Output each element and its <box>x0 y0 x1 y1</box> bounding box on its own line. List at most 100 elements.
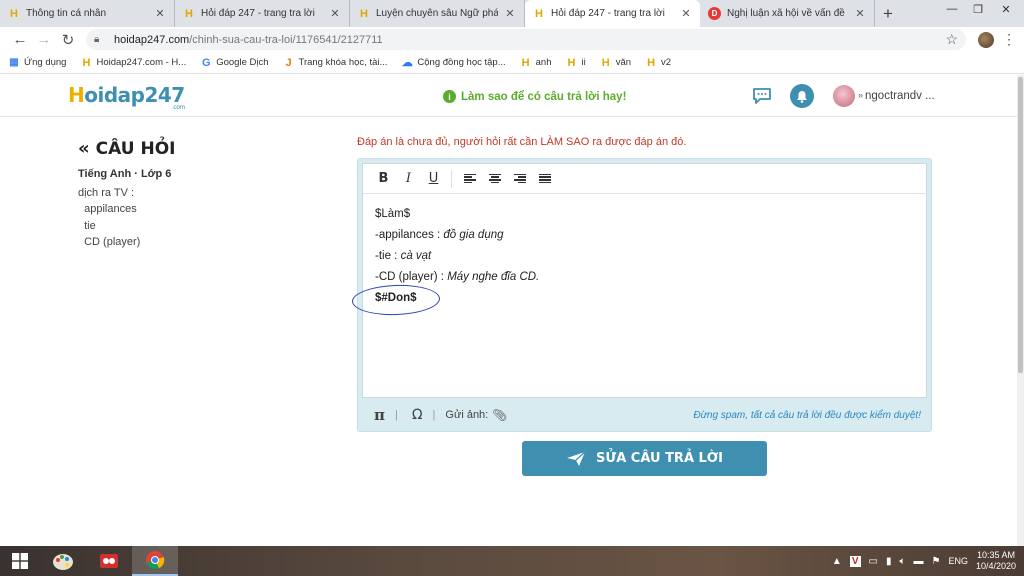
answer-line: $Làm$ <box>375 208 411 220</box>
address-bar[interactable]: 🔒︎ hoidap247.com/chinh-sua-cau-tra-loi/1… <box>86 29 966 50</box>
browser-menu-icon[interactable]: ⋮ <box>1002 31 1016 48</box>
close-tab-icon[interactable]: ✕ <box>504 7 516 20</box>
system-tray: ▲ V ▭ ▮ 🔈︎ ▬ ⚑ ENG 10:35 AM 10/4/2020 <box>832 546 1024 576</box>
logo-text: oidap247 <box>84 83 185 107</box>
close-window-icon[interactable]: ✕ <box>994 0 1018 18</box>
windows-start-icon[interactable] <box>0 546 40 576</box>
align-right-icon <box>513 173 526 184</box>
toolbar-divider <box>451 169 452 188</box>
browser-tab-active[interactable]: H Hỏi đáp 247 - trang tra lời ✕ <box>525 0 700 27</box>
browser-profile-avatar[interactable] <box>978 31 994 48</box>
close-tab-icon[interactable]: ✕ <box>154 7 166 20</box>
bookmark-hoidap[interactable]: H Hoidap247.com - H... <box>80 57 186 69</box>
page-scrollbar[interactable] <box>1017 75 1024 546</box>
underline-button[interactable]: U <box>421 168 446 190</box>
forward-arrow-icon[interactable]: → <box>32 29 56 51</box>
answer-tip-link[interactable]: i Làm sao để có câu trả lời hay! <box>443 90 626 103</box>
clock-date: 10/4/2020 <box>975 561 1016 571</box>
answer-line: -CD (player) : Máy nghe đĩa CD. <box>375 267 914 288</box>
bookmark-apps[interactable]: ▦ Ứng dụng <box>8 57 66 68</box>
hoidap-favicon-icon: H <box>567 56 576 69</box>
logo-suffix: .com <box>172 104 185 111</box>
italic-button[interactable]: I <box>396 168 421 190</box>
bookmark-label: Google Dịch <box>216 57 269 68</box>
minimize-window-icon[interactable]: — <box>940 0 964 18</box>
bookmark-van[interactable]: Hvăn <box>600 57 631 69</box>
paint-app-icon[interactable] <box>40 546 86 576</box>
answer-translation: Máy nghe đĩa CD. <box>447 271 540 283</box>
url-host: hoidap247.com <box>114 33 190 46</box>
close-tab-icon[interactable]: ✕ <box>854 7 866 20</box>
bookmark-community[interactable]: ☁ Cộng đồng học tập... <box>401 56 506 69</box>
hoidap-favicon-icon: H <box>10 7 18 20</box>
bookmark-star-icon[interactable]: ☆ <box>945 31 958 48</box>
double-chevron-left-icon: « <box>78 138 90 159</box>
justify-icon <box>538 173 551 184</box>
answer-translation: đồ gia dụng <box>443 229 504 241</box>
notification-bell-icon[interactable] <box>790 84 814 108</box>
bookmark-v2[interactable]: Hv2 <box>645 57 671 69</box>
restore-window-icon[interactable]: ❐ <box>966 0 990 18</box>
answer-translation: cà vạt <box>400 250 432 262</box>
flag-icon[interactable]: ⚑ <box>931 556 940 567</box>
unikey-icon[interactable]: V <box>849 555 861 567</box>
browser-toolbar: ← → ↻ 🔒︎ hoidap247.com/chinh-sua-cau-tra… <box>0 27 1024 52</box>
edit-answer-button[interactable]: SỬA CÂU TRẢ LỜI <box>522 441 767 476</box>
align-left-button[interactable] <box>457 168 482 190</box>
system-clock[interactable]: 10:35 AM 10/4/2020 <box>976 550 1016 572</box>
math-formula-button[interactable]: π <box>374 406 385 424</box>
align-center-icon <box>488 173 501 184</box>
align-left-icon <box>463 173 476 184</box>
chevron-up-icon[interactable]: ▲ <box>832 556 842 567</box>
scrollbar-thumb[interactable] <box>1018 77 1023 373</box>
reload-icon[interactable]: ↻ <box>56 29 80 51</box>
apps-grid-icon: ▦ <box>9 57 19 68</box>
answer-signature: $#Don$ <box>375 292 417 304</box>
chat-icon[interactable] <box>752 87 772 105</box>
site-logo[interactable]: Hoidap247 .com <box>68 83 185 111</box>
network-icon[interactable]: ▮ <box>886 556 892 567</box>
browser-tab[interactable]: H Hỏi đáp 247 - trang tra lời ✕ <box>175 0 350 27</box>
bookmark-google-translate[interactable]: G Google Dịch <box>200 56 269 69</box>
question-body: dịch ra TV : appilances tie CD (player) <box>78 187 141 248</box>
user-avatar[interactable] <box>833 85 855 107</box>
hoidap-favicon-icon: H <box>82 56 91 69</box>
footer-divider: | <box>432 409 436 421</box>
display-icon[interactable]: ▭ <box>869 556 878 567</box>
volume-icon[interactable]: 🔈︎ <box>899 556 905 567</box>
justify-button[interactable] <box>532 168 557 190</box>
clock-time: 10:35 AM <box>976 550 1015 560</box>
bold-button[interactable]: B <box>371 168 396 190</box>
answer-content[interactable]: $Làm$ -appilances : đồ gia dụng -tie : c… <box>363 194 926 319</box>
align-right-button[interactable] <box>507 168 532 190</box>
browser-tab-strip: H Thông tin cá nhân ✕ H Hỏi đáp 247 - tr… <box>0 0 1024 27</box>
browser-tab[interactable]: D Nghị luận xã hội về vấn đề ô nh ✕ <box>700 0 875 27</box>
bookmark-label: văn <box>615 57 632 68</box>
close-tab-icon[interactable]: ✕ <box>680 7 692 20</box>
user-menu[interactable]: » ngoctrandv ... <box>858 90 935 102</box>
answer-term: -appilances : <box>375 229 444 241</box>
paperclip-icon[interactable]: 📎︎ <box>492 408 507 422</box>
bookmark-anh[interactable]: Hanh <box>520 57 552 69</box>
info-icon: i <box>443 90 456 103</box>
question-heading[interactable]: « CÂU HỎI <box>78 138 175 159</box>
bookmark-label: Trang khóa học, tài... <box>298 57 388 68</box>
browser-tab[interactable]: H Thông tin cá nhân ✕ <box>0 0 175 27</box>
back-arrow-icon[interactable]: ← <box>8 29 32 51</box>
align-center-button[interactable] <box>482 168 507 190</box>
special-char-button[interactable]: Ω <box>412 407 423 423</box>
battery-icon[interactable]: ▬ <box>913 556 923 567</box>
close-tab-icon[interactable]: ✕ <box>329 7 341 20</box>
language-indicator[interactable]: ENG <box>948 556 968 566</box>
browser-tab[interactable]: H Luyện chuyên sâu Ngữ pháp và ✕ <box>350 0 525 27</box>
bookmark-course[interactable]: J Trang khóa học, tài... <box>283 57 388 69</box>
chrome-app-icon[interactable] <box>132 546 178 576</box>
snipping-tool-icon[interactable] <box>86 546 132 576</box>
bookmark-ii[interactable]: Hii <box>565 56 586 69</box>
new-tab-button[interactable]: + <box>875 0 901 27</box>
google-translate-icon: G <box>201 56 211 69</box>
bookmark-label: v2 <box>661 57 672 68</box>
edit-answer-label: SỬA CÂU TRẢ LỜI <box>595 451 724 466</box>
windows-taskbar: ▲ V ▭ ▮ 🔈︎ ▬ ⚑ ENG 10:35 AM 10/4/2020 <box>0 546 1024 576</box>
bookmark-label: Ứng dụng <box>24 57 67 68</box>
